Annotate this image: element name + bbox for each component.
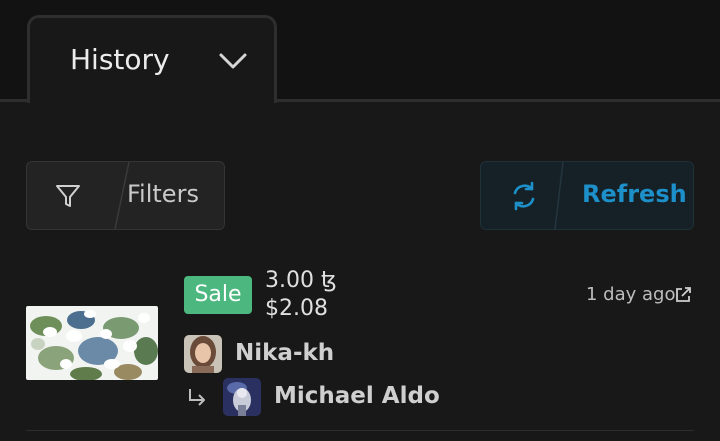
buyer-name[interactable]: Michael Aldo — [274, 383, 440, 409]
event-time[interactable]: 1 day ago — [586, 284, 675, 305]
arrow-turn-right-icon — [189, 389, 205, 406]
event-type-badge: Sale — [184, 276, 252, 314]
external-link-icon[interactable] — [674, 286, 692, 304]
filters-label: Filters — [127, 180, 199, 208]
seller-name[interactable]: Nika-kh — [235, 340, 334, 366]
avatar[interactable] — [223, 378, 261, 416]
refresh-icon — [513, 181, 535, 211]
sale-price-usd: $2.08 — [265, 296, 328, 321]
refresh-label: Refresh — [582, 180, 687, 208]
refresh-button[interactable]: Refresh — [480, 161, 694, 230]
sale-price: 3.00 ꜩ — [265, 268, 337, 293]
filter-icon — [56, 185, 80, 207]
tab-history[interactable]: History — [27, 15, 277, 103]
button-separator — [554, 162, 564, 229]
tab-label: History — [70, 43, 170, 76]
filters-button[interactable]: Filters — [26, 161, 225, 230]
artwork-thumbnail[interactable] — [26, 306, 158, 380]
avatar[interactable] — [184, 335, 222, 373]
row-divider — [26, 430, 694, 431]
chevron-down-icon[interactable] — [218, 50, 248, 72]
